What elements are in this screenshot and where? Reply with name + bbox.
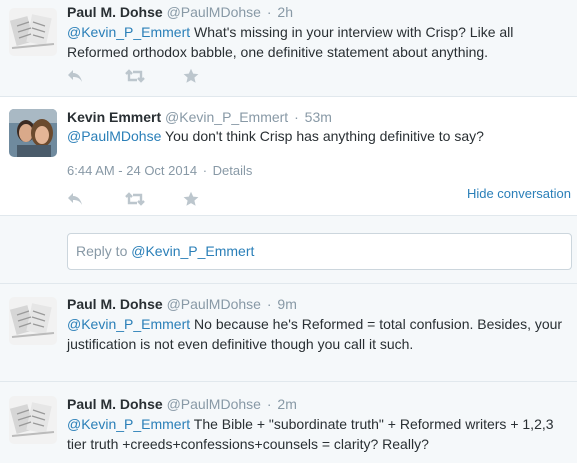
tweet-body: You don't think Crisp has anything defin…	[161, 128, 484, 144]
mention-link[interactable]: @Kevin_P_Emmert	[67, 24, 190, 40]
separator: ·	[294, 109, 299, 125]
tweet-actions	[67, 190, 241, 208]
favorite-button[interactable]	[183, 67, 241, 85]
separator: ·	[266, 296, 272, 312]
fullname[interactable]: Kevin Emmert	[67, 109, 161, 125]
full-timestamp-link[interactable]: 6:44 AM - 24 Oct 2014	[67, 163, 197, 178]
fullname[interactable]: Paul M. Dohse	[67, 296, 163, 312]
reply-input[interactable]: Reply to @Kevin_P_Emmert	[67, 233, 572, 270]
hide-conversation-link[interactable]: Hide conversation	[467, 186, 571, 201]
details-link[interactable]: Details	[213, 163, 253, 178]
tweet-text: @Kevin_P_Emmert What's missing in your i…	[67, 22, 572, 62]
mention-link[interactable]: @Kevin_P_Emmert	[67, 416, 190, 432]
tweet-text: @Kevin_P_Emmert No because he's Reformed…	[67, 314, 572, 354]
reply-prefix: Reply to	[76, 243, 132, 259]
fullname[interactable]: Paul M. Dohse	[67, 4, 163, 20]
tweet-meta: 6:44 AM - 24 Oct 2014 · Details	[67, 162, 252, 180]
timestamp-link[interactable]: 9m	[277, 296, 296, 312]
tweet-header: Kevin Emmert @Kevin_P_Emmert · 53m	[67, 108, 332, 126]
timestamp-link[interactable]: 2m	[277, 396, 296, 412]
reply-mention: @Kevin_P_Emmert	[131, 243, 255, 259]
tweet-header: Paul M. Dohse @PaulMDohse · 9m	[67, 295, 297, 313]
tweet-header: Paul M. Dohse @PaulMDohse · 2h	[67, 3, 293, 21]
avatar-photo	[9, 109, 57, 157]
timestamp-link[interactable]: 2h	[277, 4, 293, 20]
tweet[interactable]: Paul M. Dohse @PaulMDohse · 2h @Kevin_P_…	[0, 0, 577, 97]
separator: ·	[202, 163, 208, 178]
screen-name[interactable]: @Kevin_P_Emmert	[165, 109, 288, 125]
separator: ·	[266, 4, 272, 20]
tweet-text: @PaulMDohse You don't think Crisp has an…	[67, 126, 572, 146]
favorite-icon	[183, 191, 199, 206]
retweet-icon	[125, 69, 145, 83]
mention-link[interactable]: @PaulMDohse	[67, 128, 161, 144]
fullname[interactable]: Paul M. Dohse	[67, 396, 163, 412]
screen-name[interactable]: @PaulMDohse	[167, 396, 261, 412]
tweet[interactable]: Paul M. Dohse @PaulMDohse · 2m @Kevin_P_…	[0, 382, 577, 463]
retweet-button[interactable]	[125, 190, 183, 208]
reply-icon	[68, 70, 82, 82]
reply-button[interactable]	[67, 67, 125, 85]
retweet-icon	[125, 192, 145, 206]
reply-icon	[68, 193, 82, 205]
tweet[interactable]: Paul M. Dohse @PaulMDohse · 9m @Kevin_P_…	[0, 284, 577, 382]
screen-name[interactable]: @PaulMDohse	[167, 4, 261, 20]
tweet-header: Paul M. Dohse @PaulMDohse · 2m	[67, 395, 297, 413]
avatar[interactable]	[9, 8, 57, 56]
timestamp-link[interactable]: 53m	[305, 109, 332, 125]
avatar-image	[9, 8, 57, 56]
reply-button[interactable]	[67, 190, 125, 208]
tweet-actions	[67, 67, 241, 85]
avatar-image	[9, 297, 57, 345]
tweet-text: @Kevin_P_Emmert The Bible + "subordinate…	[67, 414, 572, 454]
avatar[interactable]	[9, 109, 57, 157]
avatar[interactable]	[9, 297, 57, 345]
favorite-button[interactable]	[183, 190, 241, 208]
mention-link[interactable]: @Kevin_P_Emmert	[67, 316, 190, 332]
avatar-image	[9, 396, 57, 444]
retweet-button[interactable]	[125, 67, 183, 85]
reply-area: Reply to @Kevin_P_Emmert	[0, 216, 577, 284]
tweet-focused[interactable]: Kevin Emmert @Kevin_P_Emmert · 53m @Paul…	[0, 97, 577, 216]
separator: ·	[266, 396, 272, 412]
avatar[interactable]	[9, 396, 57, 444]
favorite-icon	[183, 68, 199, 83]
screen-name[interactable]: @PaulMDohse	[167, 296, 261, 312]
